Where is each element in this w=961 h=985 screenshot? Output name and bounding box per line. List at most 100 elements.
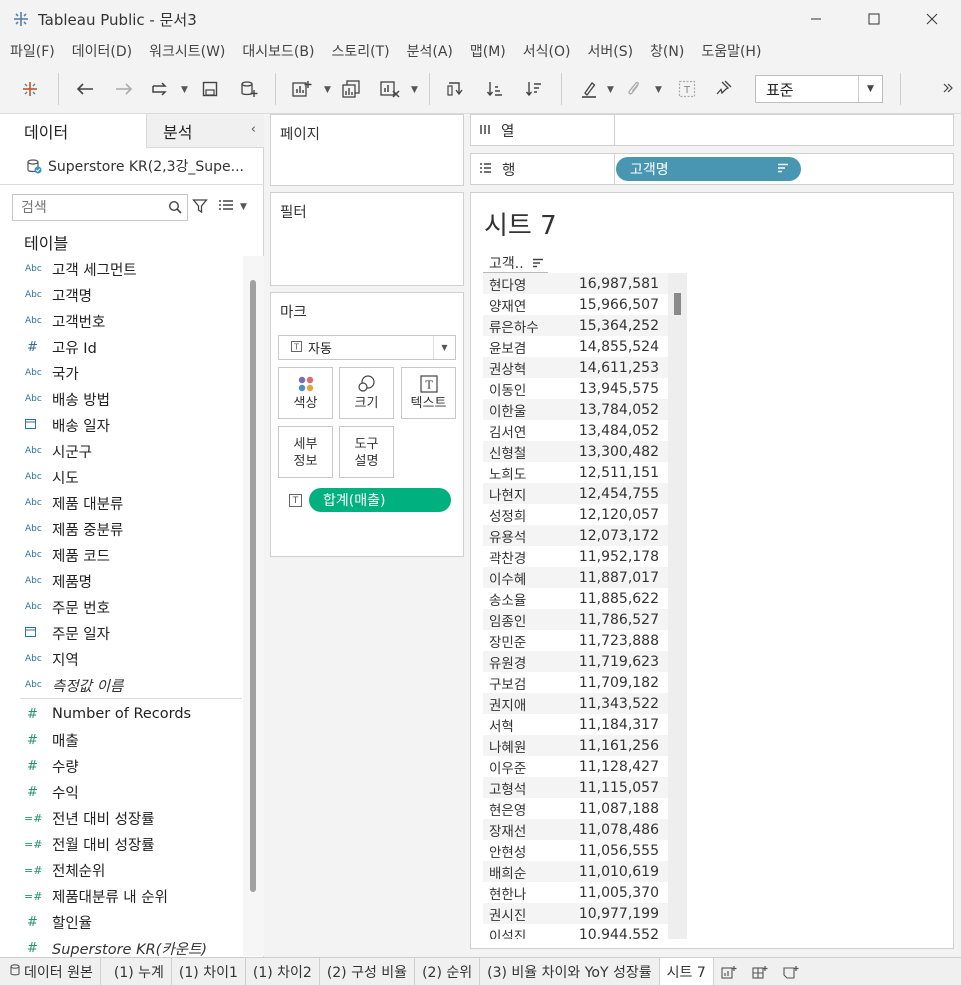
- tab-data[interactable]: 데이터: [0, 114, 146, 148]
- table-row[interactable]: 성정희 12,120,057: [483, 504, 687, 525]
- tab-sheet-composition[interactable]: (2) 구성 비율: [320, 958, 416, 985]
- menu-help[interactable]: 도움말(H): [701, 41, 761, 61]
- clear-sheet-icon[interactable]: [378, 77, 402, 101]
- tab-sheet-cumulative[interactable]: (1) 누계: [101, 958, 172, 985]
- table-row[interactable]: 임종인 11,786,527: [483, 609, 687, 630]
- table-row[interactable]: 김서연 13,484,052: [483, 420, 687, 441]
- text-mark-button[interactable]: T 텍스트: [401, 367, 456, 419]
- table-row[interactable]: 신형철 13,300,482: [483, 441, 687, 462]
- customer-name-header[interactable]: 고객..: [489, 253, 544, 273]
- table-row[interactable]: 송소율 11,885,622: [483, 588, 687, 609]
- field-number-of-records[interactable]: # Number of Records: [20, 701, 242, 727]
- new-datasource-icon[interactable]: [237, 77, 261, 101]
- field-ship-mode[interactable]: Abc 배송 방법: [20, 386, 242, 412]
- new-story-icon[interactable]: [776, 958, 807, 985]
- duplicate-sheet-icon[interactable]: [340, 77, 364, 101]
- table-row[interactable]: 윤보겸 14,855,524: [483, 336, 687, 357]
- menu-data[interactable]: 데이터(D): [72, 41, 132, 61]
- field-order-id[interactable]: Abc 주문 번호: [20, 594, 242, 620]
- new-dashboard-icon[interactable]: [745, 958, 776, 985]
- field-country[interactable]: Abc 국가: [20, 360, 242, 386]
- view-scroll-thumb[interactable]: [674, 293, 681, 315]
- show-mark-labels-icon[interactable]: T: [675, 77, 699, 101]
- search-input[interactable]: [21, 199, 161, 216]
- datasource-item[interactable]: Superstore KR(2,3강_Supe...: [26, 156, 244, 176]
- new-worksheet-caret-icon[interactable]: ▼: [324, 85, 331, 95]
- save-icon[interactable]: [198, 77, 222, 101]
- sum-sales-pill[interactable]: 합계(매출): [309, 488, 451, 512]
- table-row[interactable]: 나현지 12,454,755: [483, 483, 687, 504]
- table-row[interactable]: 이한울 13,784,052: [483, 399, 687, 420]
- new-worksheet-icon[interactable]: [714, 958, 745, 985]
- group-caret-icon[interactable]: ▼: [655, 85, 662, 95]
- table-row[interactable]: 류은하수 15,364,252: [483, 315, 687, 336]
- color-mark-button[interactable]: 색상: [278, 367, 333, 419]
- menu-analysis[interactable]: 분석(A): [407, 41, 453, 61]
- table-row[interactable]: 이우준 11,128,427: [483, 756, 687, 777]
- swap-caret-icon[interactable]: ▼: [181, 85, 188, 95]
- field-category[interactable]: Abc 제품 대분류: [20, 490, 242, 516]
- collapse-pane-icon[interactable]: ‹: [251, 122, 256, 137]
- table-row[interactable]: 나혜원 11,161,256: [483, 735, 687, 756]
- field-product-code[interactable]: Abc 제품 코드: [20, 542, 242, 568]
- field-customer-name[interactable]: Abc 고객명: [20, 282, 242, 308]
- swap-rows-columns-icon[interactable]: [443, 77, 467, 101]
- field-order-date[interactable]: 주문 일자: [20, 620, 242, 646]
- table-row[interactable]: 고형석 11,115,057: [483, 777, 687, 798]
- sort-descending-icon[interactable]: [522, 77, 546, 101]
- filters-card[interactable]: 필터: [270, 192, 464, 286]
- table-row[interactable]: 현한나 11,005,370: [483, 882, 687, 903]
- field-measure-names[interactable]: Abc 측정값 이름: [20, 672, 242, 698]
- menu-file[interactable]: 파일(F): [10, 41, 55, 61]
- table-row[interactable]: 장재선 11,078,486: [483, 819, 687, 840]
- field-sub-category[interactable]: Abc 제품 중분류: [20, 516, 242, 542]
- field-city[interactable]: Abc 시군구: [20, 438, 242, 464]
- menu-dashboard[interactable]: 대시보드(B): [242, 41, 314, 61]
- tab-sheet-7[interactable]: 시트 7: [659, 958, 714, 985]
- field-yoy-growth[interactable]: =# 전년 대비 성장률: [20, 805, 242, 831]
- table-row[interactable]: 노희도 12,511,151: [483, 462, 687, 483]
- field-unique-id[interactable]: # 고유 Id: [20, 334, 242, 360]
- table-row[interactable]: 권지애 11,343,522: [483, 693, 687, 714]
- table-row[interactable]: 이동인 13,945,575: [483, 378, 687, 399]
- table-row[interactable]: 권상혁 14,611,253: [483, 357, 687, 378]
- mark-type-select[interactable]: T 자동 ▼: [278, 335, 456, 360]
- table-row[interactable]: 권시진 10,977,199: [483, 903, 687, 924]
- field-ship-date[interactable]: 배송 일자: [20, 412, 242, 438]
- close-button[interactable]: [903, 0, 961, 38]
- sort-ascending-icon[interactable]: [483, 77, 507, 101]
- field-profit[interactable]: # 수익: [20, 779, 242, 805]
- field-customer-segment[interactable]: Abc 고객 세그먼트: [20, 256, 242, 282]
- new-worksheet-icon[interactable]: [290, 77, 314, 101]
- field-list-scroll-thumb[interactable]: [250, 280, 256, 892]
- pin-icon[interactable]: [712, 77, 736, 101]
- field-overall-rank[interactable]: =# 전체순위: [20, 857, 242, 883]
- table-row[interactable]: 이석진 10,944,552: [483, 924, 687, 940]
- tab-sheet-ratio-yoy[interactable]: (3) 비율 차이와 YoY 성장률: [480, 958, 660, 985]
- menu-server[interactable]: 서버(S): [587, 41, 633, 61]
- menu-format[interactable]: 서식(O): [523, 41, 571, 61]
- field-sales[interactable]: # 매출: [20, 727, 242, 753]
- customer-name-pill[interactable]: 고객명: [616, 157, 801, 181]
- pages-card[interactable]: 페이지: [270, 114, 464, 186]
- table-row[interactable]: 유용석 12,073,172: [483, 525, 687, 546]
- field-customer-id[interactable]: Abc 고객번호: [20, 308, 242, 334]
- clear-sheet-caret-icon[interactable]: ▼: [411, 85, 418, 95]
- field-category-rank[interactable]: =# 제품대분류 내 순위: [20, 883, 242, 909]
- field-province[interactable]: Abc 시도: [20, 464, 242, 490]
- table-row[interactable]: 유원경 11,719,623: [483, 651, 687, 672]
- table-row[interactable]: 현다영 16,987,581: [483, 273, 687, 294]
- view-scrollbar[interactable]: [668, 273, 687, 939]
- tab-analysis[interactable]: 분석 ‹: [146, 114, 264, 148]
- toolbar-overflow-icon[interactable]: [940, 77, 956, 101]
- tab-sheet-diff2[interactable]: (1) 차이2: [246, 958, 320, 985]
- field-region[interactable]: Abc 지역: [20, 646, 242, 672]
- menu-story[interactable]: 스토리(T): [331, 41, 389, 61]
- sort-descending-icon[interactable]: [532, 258, 544, 268]
- table-row[interactable]: 양재연 15,966,507: [483, 294, 687, 315]
- table-row[interactable]: 현은영 11,087,188: [483, 798, 687, 819]
- field-quantity[interactable]: # 수량: [20, 753, 242, 779]
- table-row[interactable]: 이수혜 11,887,017: [483, 567, 687, 588]
- filter-icon[interactable]: [192, 198, 208, 214]
- menu-worksheet[interactable]: 워크시트(W): [149, 41, 225, 61]
